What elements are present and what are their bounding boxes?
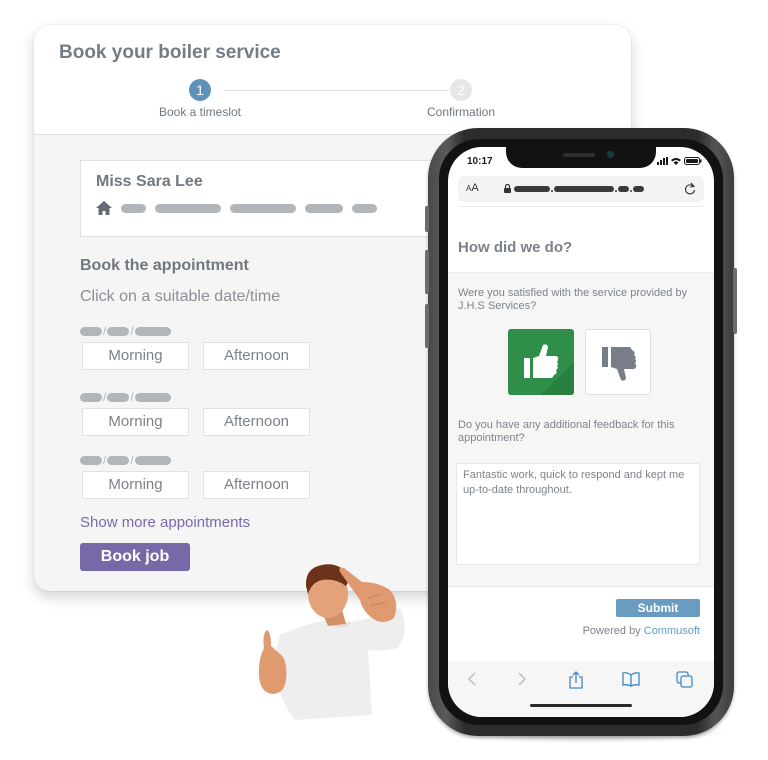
thumbs-down-button[interactable] xyxy=(585,329,651,395)
lock-icon xyxy=(504,184,511,193)
page-title: Book your boiler service xyxy=(59,42,281,63)
slot-morning[interactable]: Morning xyxy=(82,471,189,499)
customer-name: Miss Sara Lee xyxy=(96,173,203,190)
slot-afternoon[interactable]: Afternoon xyxy=(203,342,310,370)
slot-afternoon[interactable]: Afternoon xyxy=(203,408,310,436)
slot-afternoon[interactable]: Afternoon xyxy=(203,471,310,499)
feedback-form: Were you satisfied with the service prov… xyxy=(448,273,714,587)
volume-down-button xyxy=(425,304,429,348)
address-redacted xyxy=(230,203,296,213)
thumbs-up-button[interactable] xyxy=(508,329,574,395)
commusoft-link[interactable]: Commusoft xyxy=(644,625,700,637)
signal-icon xyxy=(657,157,668,165)
home-indicator xyxy=(530,704,632,707)
show-more-appointments-link[interactable]: Show more appointments xyxy=(80,514,250,531)
stepper: 1 Book a timeslot 2 Confirmation xyxy=(34,79,631,124)
home-icon xyxy=(96,201,112,215)
slot-morning[interactable]: Morning xyxy=(82,342,189,370)
text-size-button[interactable]: AA xyxy=(466,182,479,194)
back-icon[interactable] xyxy=(466,671,478,687)
tabs-icon[interactable] xyxy=(676,671,693,688)
feedback-textarea[interactable]: Fantastic work, quick to respond and kep… xyxy=(456,463,700,565)
share-icon[interactable] xyxy=(568,671,584,689)
date-group: / / Morning Afternoon xyxy=(80,391,320,436)
feedback-question: Do you have any additional feedback for … xyxy=(458,419,675,444)
powered-by-prefix: Powered by xyxy=(582,625,641,637)
step-number: 1 xyxy=(189,79,211,101)
address-redacted xyxy=(155,203,221,213)
wifi-icon xyxy=(671,158,681,165)
notch xyxy=(506,147,656,168)
step-label: Book a timeslot xyxy=(158,105,242,119)
reload-icon[interactable] xyxy=(684,182,696,195)
phone-screen: 10:17 AA How did we do? Were you satisfi… xyxy=(448,147,714,717)
date-redacted: / / xyxy=(80,325,320,337)
feedback-header: How did we do? xyxy=(448,207,714,273)
slot-morning[interactable]: Morning xyxy=(82,408,189,436)
step-book-timeslot: 1 Book a timeslot xyxy=(130,79,270,119)
address-redacted xyxy=(121,203,146,213)
book-job-button[interactable]: Book job xyxy=(80,543,190,571)
step-label: Confirmation xyxy=(426,105,496,119)
step-number: 2 xyxy=(450,79,472,101)
phone-frame: 10:17 AA How did we do? Were you satisfi… xyxy=(425,128,737,736)
browser-toolbar xyxy=(448,661,714,717)
powered-by: Powered by Commusoft xyxy=(583,625,700,637)
feedback-title: How did we do? xyxy=(458,239,573,256)
step-confirmation: 2 Confirmation xyxy=(391,79,531,119)
section-title: Book the appointment xyxy=(80,257,249,274)
section-subtitle: Click on a suitable date/time xyxy=(80,288,281,305)
forward-icon[interactable] xyxy=(516,671,528,687)
status-icons xyxy=(657,157,702,165)
date-redacted: / / xyxy=(80,454,320,466)
person-illustration xyxy=(258,564,405,720)
battery-icon xyxy=(684,157,702,165)
power-button xyxy=(733,268,737,334)
address-redacted xyxy=(305,203,343,213)
satisfaction-question: Were you satisfied with the service prov… xyxy=(458,287,688,312)
speaker xyxy=(563,153,595,157)
date-redacted: / / xyxy=(80,391,320,403)
submit-button[interactable]: Submit xyxy=(616,599,700,617)
date-group: / / Morning Afternoon xyxy=(80,325,320,370)
date-group: / / Morning Afternoon xyxy=(80,454,320,499)
address-redacted xyxy=(352,203,377,213)
url-redacted xyxy=(514,186,644,192)
customer-address xyxy=(96,201,377,215)
bookmarks-icon[interactable] xyxy=(622,671,640,687)
volume-up-button xyxy=(425,250,429,294)
booking-header: Book your boiler service 1 Book a timesl… xyxy=(34,25,631,135)
address-bar[interactable]: AA xyxy=(458,176,704,202)
thumbs-down-icon xyxy=(602,347,637,381)
thumbs-up-icon xyxy=(524,344,559,378)
camera xyxy=(607,151,614,158)
pointing-hand xyxy=(339,567,397,622)
customer-details: Miss Sara Lee xyxy=(80,160,460,237)
status-time: 10:17 xyxy=(467,156,493,167)
mute-switch xyxy=(425,206,429,232)
